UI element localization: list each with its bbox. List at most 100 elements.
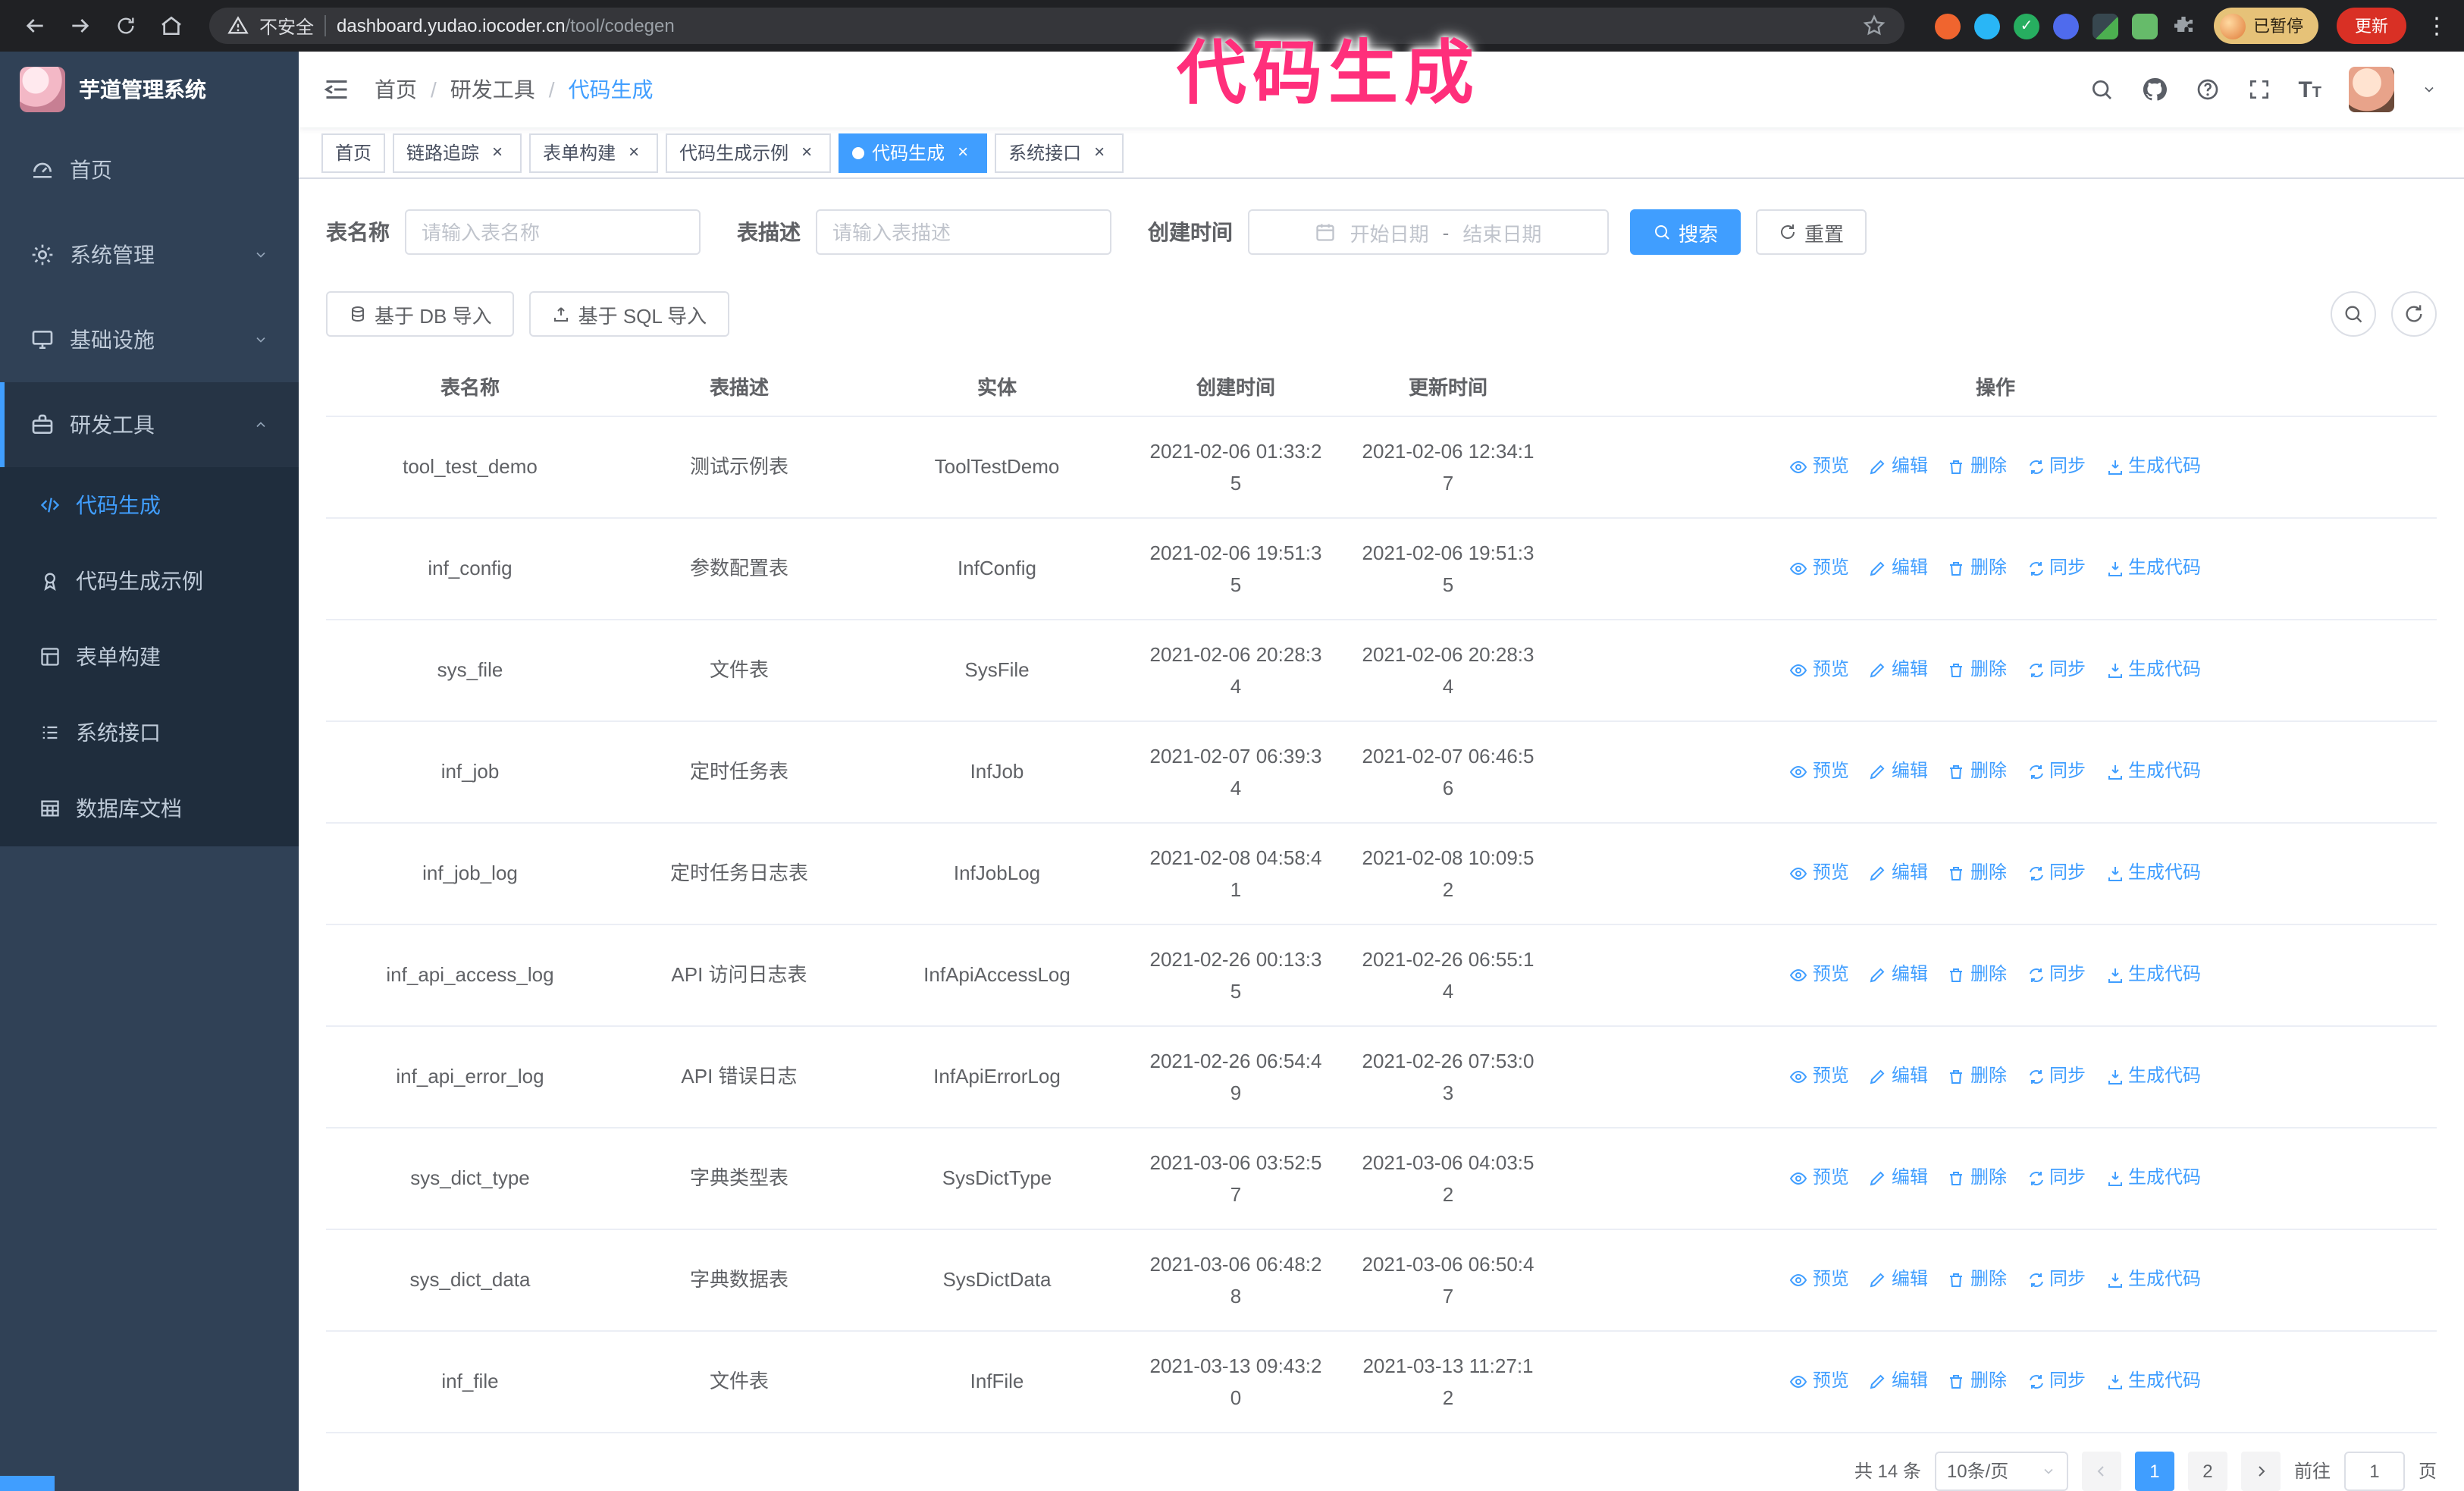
row-action-generate-code[interactable]: 生成代码 bbox=[2105, 552, 2201, 584]
user-avatar[interactable] bbox=[2349, 67, 2394, 112]
sidebar-item-dev-tools[interactable]: 研发工具 bbox=[0, 382, 299, 467]
extensions-puzzle-icon[interactable] bbox=[2171, 14, 2196, 38]
row-action-preview[interactable]: 预览 bbox=[1790, 1263, 1849, 1295]
breadcrumb-home[interactable]: 首页 bbox=[375, 74, 417, 105]
browser-reload-button[interactable] bbox=[106, 6, 146, 46]
browser-menu-icon[interactable]: ⋮ bbox=[2425, 12, 2449, 39]
help-icon[interactable] bbox=[2195, 77, 2219, 102]
row-action-sync[interactable]: 同步 bbox=[2027, 1162, 2086, 1194]
sidebar-item-system-management[interactable]: 系统管理 bbox=[0, 212, 299, 297]
tab-close-icon[interactable]: × bbox=[487, 141, 508, 163]
row-action-preview[interactable]: 预览 bbox=[1790, 1365, 1849, 1397]
row-action-delete[interactable]: 删除 bbox=[1948, 755, 2007, 787]
row-action-generate-code[interactable]: 生成代码 bbox=[2105, 654, 2201, 686]
extension-icon-fox[interactable] bbox=[1935, 13, 1961, 39]
row-action-edit[interactable]: 编辑 bbox=[1869, 654, 1928, 686]
row-action-edit[interactable]: 编辑 bbox=[1869, 450, 1928, 482]
browser-update-button[interactable]: 更新 bbox=[2337, 8, 2406, 44]
row-action-delete[interactable]: 删除 bbox=[1948, 1365, 2007, 1397]
address-bar[interactable]: 不安全 dashboard.yudao.iocoder.cn/tool/code… bbox=[209, 8, 1904, 44]
tab-system-api[interactable]: 系统接口 × bbox=[995, 133, 1124, 172]
row-action-edit[interactable]: 编辑 bbox=[1869, 755, 1928, 787]
search-button[interactable]: 搜索 bbox=[1630, 209, 1741, 255]
tab-codegen-example[interactable]: 代码生成示例 × bbox=[666, 133, 832, 172]
sidebar-item-form-builder[interactable]: 表单构建 bbox=[0, 619, 299, 695]
reset-button[interactable]: 重置 bbox=[1756, 209, 1867, 255]
pagination-next-button[interactable] bbox=[2240, 1451, 2281, 1490]
pagination-page-1[interactable]: 1 bbox=[2134, 1451, 2174, 1490]
row-action-edit[interactable]: 编辑 bbox=[1869, 1162, 1928, 1194]
row-action-preview[interactable]: 预览 bbox=[1790, 1060, 1849, 1092]
row-action-delete[interactable]: 删除 bbox=[1948, 552, 2007, 584]
table-name-input[interactable] bbox=[405, 209, 701, 255]
github-icon[interactable] bbox=[2140, 76, 2168, 103]
row-action-sync[interactable]: 同步 bbox=[2027, 1365, 2086, 1397]
page-size-select[interactable]: 10条/页 bbox=[1934, 1451, 2068, 1490]
row-action-generate-code[interactable]: 生成代码 bbox=[2105, 1263, 2201, 1295]
row-action-sync[interactable]: 同步 bbox=[2027, 450, 2086, 482]
toggle-search-button[interactable] bbox=[2331, 291, 2376, 337]
row-action-generate-code[interactable]: 生成代码 bbox=[2105, 959, 2201, 990]
import-sql-button[interactable]: 基于 SQL 导入 bbox=[529, 291, 730, 337]
tab-close-icon[interactable]: × bbox=[952, 141, 973, 163]
sidebar-collapse-indicator[interactable] bbox=[0, 1476, 55, 1491]
extension-icon-check[interactable]: ✓ bbox=[2014, 13, 2039, 39]
extension-icon-people[interactable] bbox=[2053, 13, 2079, 39]
font-size-icon[interactable]: TT bbox=[2298, 78, 2321, 101]
tab-close-icon[interactable]: × bbox=[1089, 141, 1110, 163]
bookmark-star-icon[interactable] bbox=[1862, 14, 1886, 38]
row-action-delete[interactable]: 删除 bbox=[1948, 857, 2007, 889]
extension-icon-drop[interactable] bbox=[1974, 13, 2000, 39]
row-action-edit[interactable]: 编辑 bbox=[1869, 959, 1928, 990]
row-action-edit[interactable]: 编辑 bbox=[1869, 857, 1928, 889]
browser-home-button[interactable] bbox=[152, 6, 191, 46]
pagination-prev-button[interactable] bbox=[2081, 1451, 2121, 1490]
row-action-sync[interactable]: 同步 bbox=[2027, 755, 2086, 787]
extension-icon-dark[interactable] bbox=[2093, 13, 2118, 39]
sidebar-item-system-api[interactable]: 系统接口 bbox=[0, 695, 299, 771]
row-action-delete[interactable]: 删除 bbox=[1948, 1263, 2007, 1295]
row-action-sync[interactable]: 同步 bbox=[2027, 1060, 2086, 1092]
row-action-edit[interactable]: 编辑 bbox=[1869, 1263, 1928, 1295]
row-action-delete[interactable]: 删除 bbox=[1948, 959, 2007, 990]
pagination-page-2[interactable]: 2 bbox=[2187, 1451, 2227, 1490]
row-action-sync[interactable]: 同步 bbox=[2027, 654, 2086, 686]
tab-form-builder[interactable]: 表单构建 × bbox=[529, 133, 659, 172]
tab-close-icon[interactable]: × bbox=[796, 141, 817, 163]
tab-home[interactable]: 首页 bbox=[321, 133, 386, 172]
row-action-edit[interactable]: 编辑 bbox=[1869, 1060, 1928, 1092]
row-action-preview[interactable]: 预览 bbox=[1790, 1162, 1849, 1194]
row-action-sync[interactable]: 同步 bbox=[2027, 1263, 2086, 1295]
row-action-generate-code[interactable]: 生成代码 bbox=[2105, 1365, 2201, 1397]
sidebar-item-home[interactable]: 首页 bbox=[0, 127, 299, 212]
sidebar-item-codegen[interactable]: 代码生成 bbox=[0, 467, 299, 543]
row-action-preview[interactable]: 预览 bbox=[1790, 755, 1849, 787]
sidebar-item-db-doc[interactable]: 数据库文档 bbox=[0, 771, 299, 846]
sidebar-item-infrastructure[interactable]: 基础设施 bbox=[0, 297, 299, 382]
row-action-sync[interactable]: 同步 bbox=[2027, 552, 2086, 584]
logo[interactable]: 芋道管理系统 bbox=[0, 52, 299, 127]
search-icon[interactable] bbox=[2089, 77, 2113, 102]
tab-codegen[interactable]: 代码生成 × bbox=[839, 133, 988, 172]
row-action-preview[interactable]: 预览 bbox=[1790, 450, 1849, 482]
row-action-preview[interactable]: 预览 bbox=[1790, 654, 1849, 686]
browser-back-button[interactable] bbox=[15, 6, 55, 46]
tab-link-trace[interactable]: 链路追踪 × bbox=[393, 133, 522, 172]
row-action-preview[interactable]: 预览 bbox=[1790, 552, 1849, 584]
row-action-generate-code[interactable]: 生成代码 bbox=[2105, 755, 2201, 787]
row-action-sync[interactable]: 同步 bbox=[2027, 857, 2086, 889]
table-desc-input[interactable] bbox=[816, 209, 1111, 255]
pagination-goto-input[interactable] bbox=[2343, 1451, 2405, 1490]
date-range-picker[interactable]: 开始日期 - 结束日期 bbox=[1248, 209, 1609, 255]
tab-close-icon[interactable]: × bbox=[623, 141, 644, 163]
browser-forward-button[interactable] bbox=[61, 6, 100, 46]
browser-profile-chip[interactable]: 已暂停 bbox=[2214, 8, 2318, 44]
row-action-generate-code[interactable]: 生成代码 bbox=[2105, 1162, 2201, 1194]
row-action-generate-code[interactable]: 生成代码 bbox=[2105, 857, 2201, 889]
extension-icon-leaf[interactable] bbox=[2132, 13, 2158, 39]
row-action-edit[interactable]: 编辑 bbox=[1869, 552, 1928, 584]
row-action-sync[interactable]: 同步 bbox=[2027, 959, 2086, 990]
sidebar-item-codegen-example[interactable]: 代码生成示例 bbox=[0, 543, 299, 619]
import-db-button[interactable]: 基于 DB 导入 bbox=[326, 291, 515, 337]
breadcrumb-dev-tools[interactable]: 研发工具 bbox=[450, 74, 535, 105]
